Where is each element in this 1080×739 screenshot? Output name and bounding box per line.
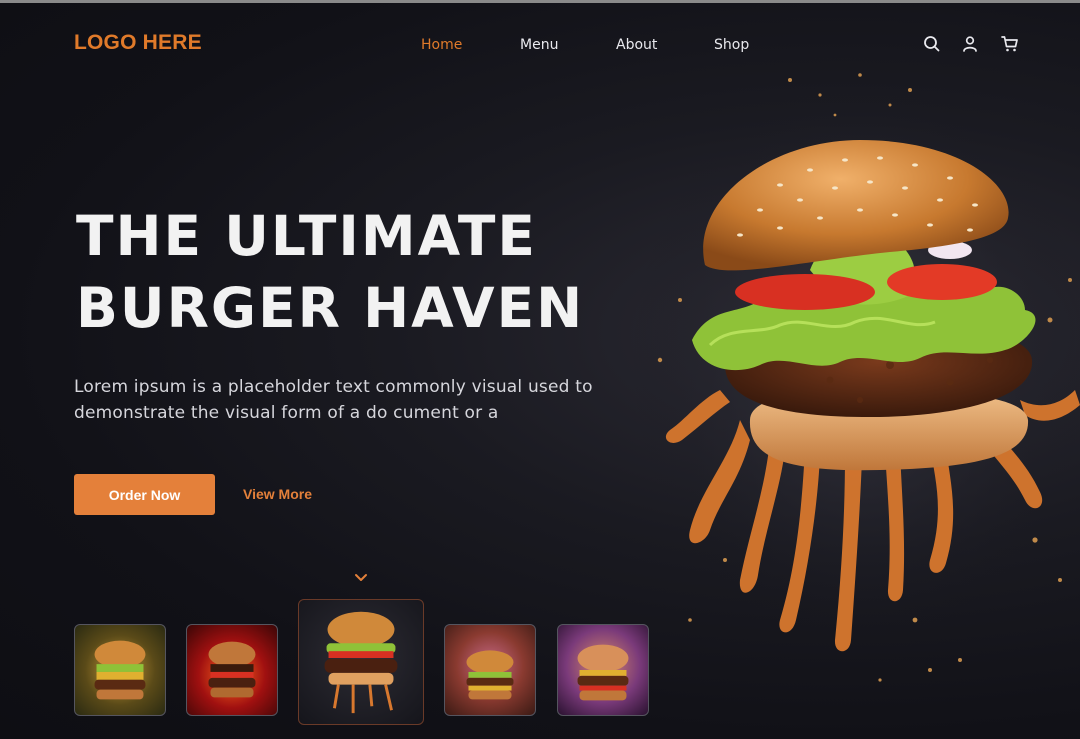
hero-title-line1: THE ULTIMATE: [76, 204, 537, 268]
thumb-burger-4[interactable]: [444, 624, 536, 716]
window-top-border: [0, 0, 1080, 3]
chevron-down-icon[interactable]: [354, 568, 368, 581]
thumb-burger-2[interactable]: [186, 624, 278, 716]
nav-about[interactable]: About: [616, 37, 657, 53]
nav-home[interactable]: Home: [421, 37, 462, 53]
nav-menu[interactable]: Menu: [520, 37, 558, 53]
user-icon[interactable]: [960, 34, 980, 54]
hero-title-line2: BURGER HAVEN: [76, 276, 585, 340]
cart-icon[interactable]: [1000, 34, 1020, 54]
thumb-burger-3[interactable]: [298, 599, 424, 725]
search-icon[interactable]: [922, 34, 942, 54]
hero-title: THE ULTIMATE BURGER HAVEN: [76, 200, 676, 344]
thumb-burger-5[interactable]: [557, 624, 649, 716]
hero-burger-image: [630, 60, 1080, 700]
hero-description: Lorem ipsum is a placeholder text common…: [74, 377, 593, 423]
main-nav: Home Menu About Shop: [0, 37, 1080, 55]
nav-shop[interactable]: Shop: [714, 37, 749, 53]
view-more-link[interactable]: View More: [243, 486, 312, 502]
order-now-button[interactable]: Order Now: [74, 474, 215, 515]
thumb-burger-1[interactable]: [74, 624, 166, 716]
